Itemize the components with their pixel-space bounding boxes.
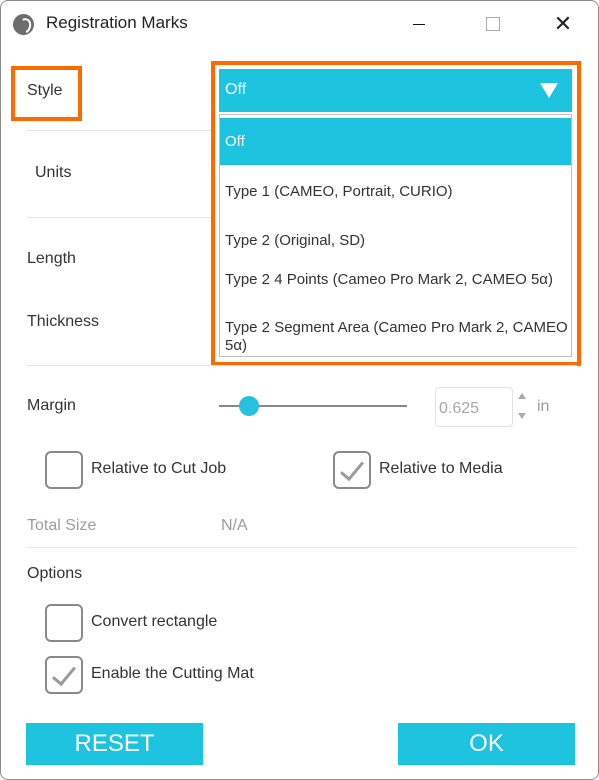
style-label-highlight xyxy=(11,66,82,121)
divider xyxy=(27,130,211,131)
maximize-icon xyxy=(486,17,500,31)
relative-to-cut-job-checkbox[interactable] xyxy=(45,451,83,489)
units-label: Units xyxy=(35,164,72,181)
minimize-button[interactable] xyxy=(399,7,439,41)
thickness-label: Thickness xyxy=(27,313,100,330)
total-size-label: Total Size xyxy=(27,517,97,534)
dialog-window: Registration Marks ✕ Style Off Off Type … xyxy=(0,0,599,780)
spin-down-icon[interactable] xyxy=(518,413,526,419)
close-icon: ✕ xyxy=(553,11,573,36)
margin-input[interactable]: 0.625 xyxy=(435,387,513,427)
title-bar: Registration Marks ✕ xyxy=(1,1,599,47)
enable-cutting-mat-label: Enable the Cutting Mat xyxy=(91,665,254,682)
window-title: Registration Marks xyxy=(46,13,188,32)
margin-slider-thumb[interactable] xyxy=(239,396,259,416)
margin-unit: in xyxy=(537,398,550,415)
divider xyxy=(27,365,577,366)
reset-button[interactable]: RESET xyxy=(26,723,203,765)
minimize-icon xyxy=(413,23,425,25)
convert-rectangle-checkbox[interactable] xyxy=(45,604,83,642)
maximize-button[interactable] xyxy=(473,7,513,41)
relative-to-media-checkbox[interactable] xyxy=(333,451,371,489)
options-label: Options xyxy=(27,565,83,582)
silhouette-app-icon xyxy=(13,14,34,35)
margin-label: Margin xyxy=(27,397,76,414)
ok-button[interactable]: OK xyxy=(398,723,575,765)
length-label: Length xyxy=(27,250,76,267)
enable-cutting-mat-checkbox[interactable] xyxy=(45,656,83,694)
divider xyxy=(27,217,211,218)
spin-up-icon[interactable] xyxy=(518,393,526,399)
dropdown-highlight xyxy=(211,61,581,366)
convert-rectangle-label: Convert rectangle xyxy=(91,613,218,630)
total-size-value: N/A xyxy=(221,517,248,534)
relative-to-media-label: Relative to Media xyxy=(379,460,503,477)
checkmark-icon xyxy=(340,455,364,482)
relative-to-cut-job-label: Relative to Cut Job xyxy=(91,460,227,477)
divider xyxy=(27,547,577,548)
checkmark-icon xyxy=(52,660,76,687)
close-button[interactable]: ✕ xyxy=(543,7,583,41)
